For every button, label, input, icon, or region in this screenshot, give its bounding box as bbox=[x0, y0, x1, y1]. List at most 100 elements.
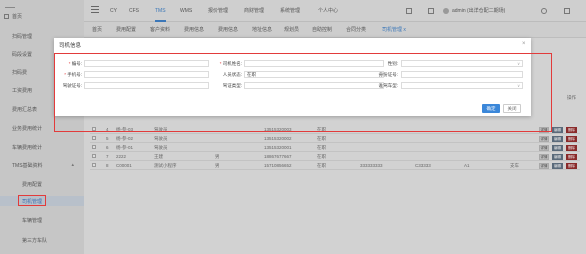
row-name: C00001 bbox=[116, 163, 132, 168]
tab-driver-management[interactable]: 司机管理 x bbox=[382, 22, 406, 38]
quasi-type-select[interactable]: ∨ bbox=[401, 82, 523, 89]
nav-cfs[interactable]: CFS bbox=[129, 0, 139, 22]
row-gender: 男 bbox=[215, 163, 220, 168]
chevron-down-icon: ∨ bbox=[517, 83, 520, 88]
row-type: 王建 bbox=[154, 154, 163, 159]
nav-tms[interactable]: TMS bbox=[155, 0, 166, 22]
fullscreen-icon[interactable] bbox=[564, 8, 570, 14]
sidebar-item-third-party-fleet[interactable]: 第三方车队 bbox=[0, 235, 84, 245]
delete-button[interactable]: 删除 bbox=[566, 136, 577, 142]
edit-button[interactable]: 编辑 bbox=[552, 163, 563, 169]
link-icon[interactable] bbox=[428, 8, 434, 14]
sidebar-item-label: 费用配置 bbox=[22, 181, 43, 188]
edit-button[interactable]: 编辑 bbox=[552, 136, 563, 142]
view-button[interactable]: 详情 bbox=[539, 154, 549, 160]
tab-planner[interactable]: 规划员 bbox=[284, 22, 299, 38]
row-name: 2222 bbox=[116, 154, 127, 159]
row-checkbox[interactable] bbox=[92, 163, 96, 167]
delete-button[interactable]: 删除 bbox=[566, 145, 577, 151]
sidebar-item-vehicle-management[interactable]: 车辆管理 bbox=[0, 215, 84, 225]
chevron-up-icon: ▴ bbox=[71, 162, 74, 168]
row-index: 8 bbox=[106, 163, 109, 168]
sidebar-home[interactable]: 首页 bbox=[4, 13, 22, 20]
row-checkbox[interactable] bbox=[92, 145, 96, 149]
user-menu[interactable]: admin (出洋仓配二期场) bbox=[443, 7, 505, 14]
sidebar-item-label: 费用汇总表 bbox=[12, 106, 38, 113]
tab-self-control[interactable]: 自助控制 bbox=[312, 22, 332, 38]
nav-system[interactable]: 系统管理 bbox=[280, 0, 300, 22]
row-gender: 男 bbox=[215, 154, 220, 159]
delete-button[interactable]: 删除 bbox=[566, 154, 577, 160]
close-button[interactable]: 关闭 bbox=[503, 104, 521, 113]
table-row[interactable]: 6 杨-参-01 驾驶员 13515320001 在职 详情 编辑 删除 bbox=[90, 144, 580, 152]
edit-button[interactable]: 编辑 bbox=[552, 145, 563, 151]
chevron-down-icon: ∨ bbox=[517, 61, 520, 66]
row-phone: 15710856652 bbox=[264, 163, 292, 168]
view-button[interactable]: 详情 bbox=[539, 145, 549, 151]
top-bar: CY CFS TMS WMS 报价管理 商财管理 系统管理 个人中心 admin… bbox=[84, 0, 586, 22]
sidebar-home-label: 首页 bbox=[12, 14, 23, 20]
sidebar-item-tms-base[interactable]: TMS基础资料 ▴ bbox=[0, 160, 84, 170]
phone-label: * 手机号: bbox=[64, 72, 82, 77]
delete-button[interactable]: 删除 bbox=[566, 163, 577, 169]
tabs-bar: 首页 费用配置 客户资料 费用信息 费用信息 地址信息 规划员 自助控制 合同分… bbox=[84, 22, 586, 38]
confirm-button[interactable]: 确定 bbox=[482, 104, 500, 113]
row-checkbox[interactable] bbox=[92, 154, 96, 158]
row-index: 7 bbox=[106, 154, 109, 159]
license-no-field[interactable] bbox=[84, 82, 209, 89]
tab-address[interactable]: 地址信息 bbox=[252, 22, 272, 38]
row-status: 在职 bbox=[317, 136, 326, 141]
sidebar-item-label: 第三方车队 bbox=[22, 237, 48, 244]
row-phone: 13515320002 bbox=[264, 136, 292, 141]
tab-fee-config[interactable]: 费用配置 bbox=[116, 22, 136, 38]
menu-icon[interactable] bbox=[91, 6, 99, 13]
close-icon[interactable]: × bbox=[522, 41, 526, 47]
tab-fee-info-2[interactable]: 费用信息 bbox=[218, 22, 238, 38]
nav-cy[interactable]: CY bbox=[110, 0, 117, 22]
user-label: admin (出洋仓配二期场) bbox=[452, 8, 506, 14]
nav-wms[interactable]: WMS bbox=[180, 0, 192, 22]
home-icon bbox=[4, 14, 9, 19]
sidebar-item-label: 工资费用 bbox=[12, 87, 33, 94]
status-label: 人员状态: bbox=[222, 72, 242, 77]
nav-finance[interactable]: 商财管理 bbox=[244, 0, 264, 22]
tab-contract[interactable]: 合同分类 bbox=[346, 22, 366, 38]
row-id-card: 333333333 bbox=[360, 163, 383, 168]
nav-personal[interactable]: 个人中心 bbox=[318, 0, 338, 22]
quasi-type-label: 准驾车型: bbox=[378, 83, 398, 88]
name-label: * 司机姓名: bbox=[219, 61, 242, 66]
idcard-field[interactable] bbox=[401, 71, 523, 78]
edit-button[interactable]: 编辑 bbox=[552, 127, 563, 133]
gender-select[interactable]: ∨ bbox=[401, 60, 523, 67]
view-button[interactable]: 详情 bbox=[539, 136, 549, 142]
logo bbox=[5, 7, 15, 8]
edit-button[interactable]: 编辑 bbox=[552, 154, 563, 160]
row-license-no: C33333 bbox=[415, 163, 431, 168]
table-row[interactable]: 5 杨-参-02 驾驶员 13515320002 在职 详情 编辑 删除 bbox=[90, 135, 580, 143]
dialog-title: 司机信息 bbox=[59, 43, 82, 49]
row-checkbox[interactable] bbox=[92, 136, 96, 140]
sidebar-item-fee-config[interactable]: 费用配置 bbox=[0, 179, 84, 189]
row-phone: 13515320001 bbox=[264, 145, 292, 150]
nav-quote[interactable]: 报价管理 bbox=[208, 0, 228, 22]
bell-icon[interactable] bbox=[541, 8, 547, 14]
delete-button[interactable]: 删除 bbox=[566, 127, 577, 133]
tab-customers[interactable]: 客户资料 bbox=[150, 22, 170, 38]
table-row[interactable]: 7 2222 王建 男 18867677667 在职 详情 编辑 删除 bbox=[90, 153, 580, 161]
code-field[interactable] bbox=[84, 60, 209, 67]
row-type: 驾驶员 bbox=[154, 145, 168, 150]
row-index: 5 bbox=[106, 136, 109, 141]
grid-icon[interactable] bbox=[406, 8, 412, 14]
view-button[interactable]: 详情 bbox=[539, 163, 549, 169]
sidebar-item-label: 扫码费 bbox=[12, 69, 28, 76]
driver-info-dialog: 司机信息 × * 编号: * 司机姓名: 性别: ∨ * 手机号: 人员状态: … bbox=[54, 38, 552, 132]
row-name: 杨-参-02 bbox=[116, 136, 134, 141]
phone-field[interactable] bbox=[84, 71, 209, 78]
row-status: 在职 bbox=[317, 154, 326, 159]
row-type: 测试小程序 bbox=[154, 163, 177, 168]
avatar bbox=[443, 7, 449, 14]
tab-home[interactable]: 首页 bbox=[92, 22, 102, 38]
sidebar-item-vehicle-fee[interactable]: 车辆费用统计 bbox=[0, 142, 84, 152]
table-row[interactable]: 8 C00001 测试小程序 男 15710856652 在职 33333333… bbox=[90, 162, 580, 170]
tab-fee-info[interactable]: 费用信息 bbox=[184, 22, 204, 38]
